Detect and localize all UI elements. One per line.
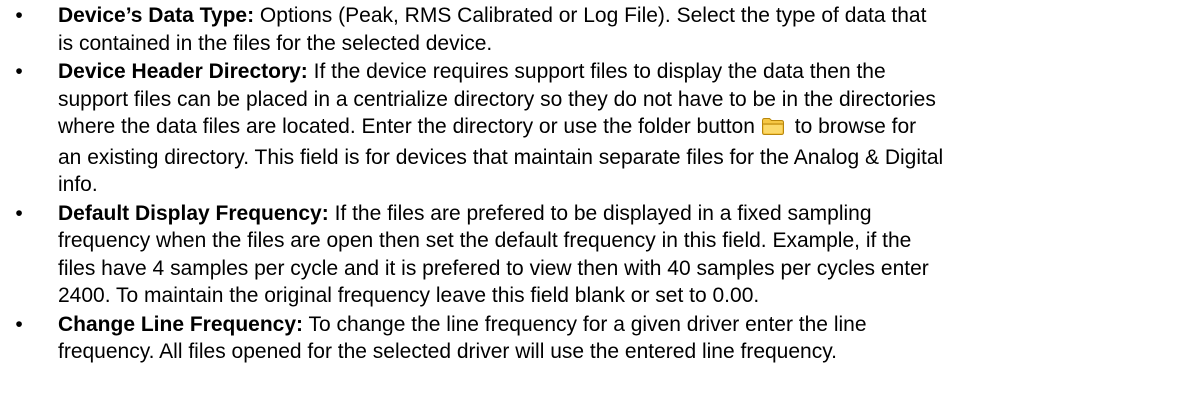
bullet-line: Device’s Data Type: Options (Peak, RMS C…: [58, 2, 1187, 30]
bullet-text: To change the line frequency for a given…: [303, 312, 867, 336]
bullet-text: an existing directory. This field is for…: [58, 145, 944, 169]
bullet-text: Options (Peak, RMS Calibrated or Log Fil…: [254, 4, 927, 27]
bullet-line: Change Line Frequency: To change the lin…: [58, 311, 1187, 339]
bullet-text: info.: [58, 173, 98, 196]
bullet-line: Device Header Directory: If the device r…: [58, 58, 1187, 86]
folder-icon: [761, 116, 785, 144]
bullet-text: frequency when the files are open then s…: [58, 229, 912, 252]
bullet-line: where the data files are located. Enter …: [58, 113, 1187, 144]
bullet-line: Default Display Frequency: If the files …: [58, 200, 1187, 228]
bullet-text: If the device requires support files to …: [307, 60, 886, 83]
bullet-text: where the data files are located. Enter …: [58, 115, 755, 138]
bullet-dot: •: [15, 60, 23, 83]
bullet-item-default-display-frequency: • Default Display Frequency: If the file…: [0, 200, 1195, 310]
bullet-text: support files can be placed in a centria…: [58, 87, 936, 111]
bullet-dot: •: [15, 201, 23, 225]
bullet-text: 2400. To maintain the original frequency…: [58, 284, 760, 307]
bullet-term: Device Header Directory:: [58, 60, 308, 83]
bullet-item-device-data-type: • Device’s Data Type: Options (Peak, RMS…: [0, 2, 1195, 57]
bullet-term: Change Line Frequency:: [58, 312, 304, 336]
bullet-item-device-header-directory: • Device Header Directory: If the device…: [0, 58, 1195, 199]
bullet-text: frequency. All files opened for the sele…: [58, 340, 837, 363]
bullet-item-change-line-frequency: • Change Line Frequency: To change the l…: [0, 311, 1195, 366]
bullet-dot: •: [15, 312, 23, 336]
bullet-term: Default Display Frequency:: [58, 201, 329, 225]
bullet-text: to browse for: [788, 115, 917, 138]
bullet-text: files have 4 samples per cycle and it is…: [58, 256, 929, 280]
bullet-text: is contained in the files for the select…: [58, 31, 493, 55]
bullet-text: If the files are prefered to be displaye…: [328, 201, 872, 225]
bullet-term: Device’s Data Type:: [58, 4, 255, 27]
bullet-list: • Device’s Data Type: Options (Peak, RMS…: [0, 0, 1195, 366]
bullet-dot: •: [15, 4, 23, 27]
